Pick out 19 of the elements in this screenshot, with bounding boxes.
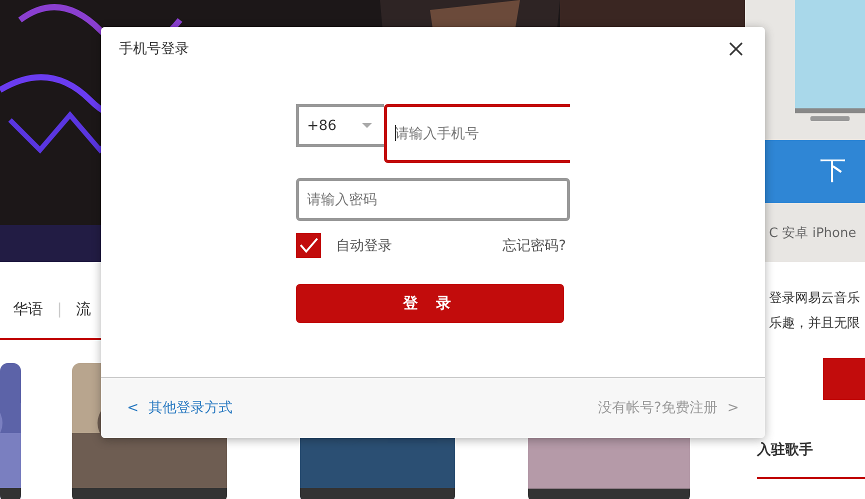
prompt-text: 登录网易云音乐 xyxy=(769,290,861,308)
prompt-text: 乐趣，并且无限 xyxy=(769,315,861,333)
category-tab[interactable]: 流 xyxy=(76,300,92,318)
auto-login-checkbox[interactable] xyxy=(296,233,321,258)
login-button[interactable]: 登录 xyxy=(296,284,564,323)
back-arrow-icon[interactable]: < xyxy=(127,400,139,416)
dropdown-icon xyxy=(362,123,372,128)
platform-list: C 安卓 iPhone xyxy=(745,203,865,242)
checkbox-label: 自动登录 xyxy=(336,236,393,254)
other-login-link[interactable]: 其他登录方式 xyxy=(148,399,233,417)
tab-separator: | xyxy=(57,300,62,318)
close-icon[interactable] xyxy=(728,40,744,56)
monitor-icon xyxy=(795,0,865,123)
dialog-title: 手机号登录 xyxy=(119,40,189,58)
password-field[interactable]: 请输入密码 xyxy=(296,178,570,221)
section-title: 入驻歌手 xyxy=(756,440,814,459)
category-tab[interactable]: 华语 xyxy=(13,300,43,318)
phone-field[interactable]: 请输入手机号 xyxy=(384,104,570,163)
forgot-password-link[interactable]: 忘记密码? xyxy=(502,236,566,254)
